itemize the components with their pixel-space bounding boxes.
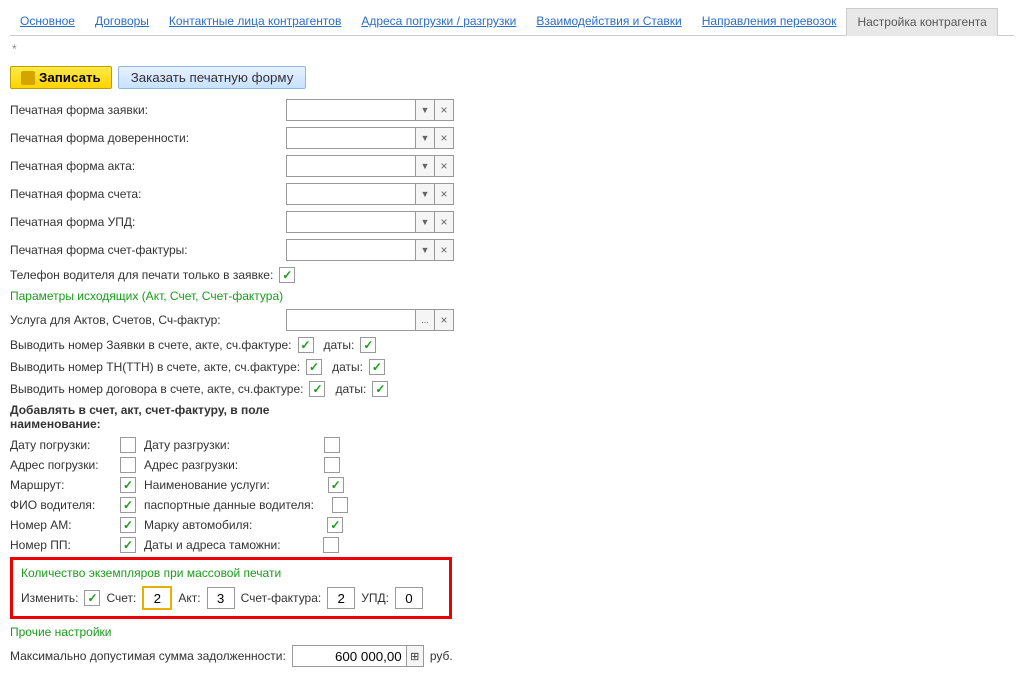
chk-date-unload[interactable] [324, 437, 340, 453]
save-button[interactable]: Записать [10, 66, 112, 89]
chk-service-name[interactable] [328, 477, 344, 493]
clear-icon[interactable]: × [434, 212, 453, 232]
chk-addr-load[interactable] [120, 457, 136, 473]
fld-akt[interactable] [207, 587, 235, 609]
combo-form-request[interactable]: ▼× [286, 99, 454, 121]
add-header: Добавлять в счет, акт, счет-фактуру, в п… [10, 403, 310, 431]
clear-icon[interactable]: × [434, 310, 453, 330]
chevron-down-icon[interactable]: ▼ [415, 128, 434, 148]
lbl-schet: Счет: [106, 591, 136, 605]
tab-addresses[interactable]: Адреса погрузки / разгрузки [351, 8, 526, 35]
chk-date-load[interactable] [120, 437, 136, 453]
chk-pp[interactable] [120, 537, 136, 553]
lbl-change: Изменить: [21, 591, 78, 605]
section-outgoing: Параметры исходящих (Акт, Счет, Счет-фак… [10, 289, 1014, 303]
lbl-car-brand: Марку автомобиля: [144, 518, 252, 532]
chk-out-request[interactable] [298, 337, 314, 353]
lbl-form-poa: Печатная форма доверенности: [10, 131, 280, 145]
lbl-rub: руб. [430, 649, 453, 663]
toolbar: Записать Заказать печатную форму [10, 66, 1014, 89]
combo-service[interactable]: ...× [286, 309, 454, 331]
chk-out-request-dates[interactable] [360, 337, 376, 353]
save-icon [21, 71, 35, 85]
chk-driver-fio[interactable] [120, 497, 136, 513]
chk-car-brand[interactable] [327, 517, 343, 533]
lbl-form-request: Печатная форма заявки: [10, 103, 280, 117]
fld-upd[interactable] [395, 587, 423, 609]
tab-directions[interactable]: Направления перевозок [692, 8, 847, 35]
modified-star: * [12, 42, 1014, 56]
chk-out-tn-dates[interactable] [369, 359, 385, 375]
clear-icon[interactable]: × [434, 156, 453, 176]
lbl-out-contract: Выводить номер договора в счете, акте, с… [10, 382, 303, 396]
lbl-out-request: Выводить номер Заявки в счете, акте, сч.… [10, 338, 292, 352]
clear-icon[interactable]: × [434, 240, 453, 260]
lbl-dates: даты: [332, 360, 363, 374]
lbl-service: Услуга для Актов, Счетов, Сч-фактур: [10, 313, 280, 327]
chevron-down-icon[interactable]: ▼ [415, 156, 434, 176]
lbl-form-sf: Печатная форма счет-фактуры: [10, 243, 280, 257]
lbl-service-name: Наименование услуги: [144, 478, 270, 492]
clear-icon[interactable]: × [434, 184, 453, 204]
chk-route[interactable] [120, 477, 136, 493]
chk-customs[interactable] [323, 537, 339, 553]
lbl-date-unload: Дату разгрузки: [144, 438, 230, 452]
lbl-dates: даты: [324, 338, 355, 352]
lbl-addr-unload: Адрес разгрузки: [144, 458, 238, 472]
lbl-driver-phone: Телефон водителя для печати только в зая… [10, 268, 273, 282]
clear-icon[interactable]: × [434, 100, 453, 120]
chk-am[interactable] [120, 517, 136, 533]
chevron-down-icon[interactable]: ▼ [415, 240, 434, 260]
chk-out-contract[interactable] [309, 381, 325, 397]
chk-out-tn[interactable] [306, 359, 322, 375]
combo-form-act[interactable]: ▼× [286, 155, 454, 177]
combo-form-upd[interactable]: ▼× [286, 211, 454, 233]
chk-change[interactable] [84, 590, 100, 606]
lbl-out-tn: Выводить номер ТН(ТТН) в счете, акте, сч… [10, 360, 300, 374]
tab-contacts[interactable]: Контактные лица контрагентов [159, 8, 351, 35]
tab-main[interactable]: Основное [10, 8, 85, 35]
lbl-sf: Счет-фактура: [241, 591, 322, 605]
lbl-upd: УПД: [361, 591, 389, 605]
section-copies: Количество экземпляров при массовой печа… [21, 566, 441, 580]
fld-debt[interactable]: ⊞ [292, 645, 424, 667]
lbl-addr-load: Адрес погрузки: [10, 458, 99, 472]
chevron-down-icon[interactable]: ▼ [415, 212, 434, 232]
chk-addr-unload[interactable] [324, 457, 340, 473]
clear-icon[interactable]: × [434, 128, 453, 148]
section-other: Прочие настройки [10, 625, 1014, 639]
lbl-pp: Номер ПП: [10, 538, 71, 552]
chk-driver-phone[interactable] [279, 267, 295, 283]
chk-passport[interactable] [332, 497, 348, 513]
chk-out-contract-dates[interactable] [372, 381, 388, 397]
combo-form-poa[interactable]: ▼× [286, 127, 454, 149]
chevron-down-icon[interactable]: ▼ [415, 100, 434, 120]
tab-contracts[interactable]: Договоры [85, 8, 159, 35]
calculator-icon[interactable]: ⊞ [406, 646, 423, 666]
lbl-form-invoice: Печатная форма счета: [10, 187, 280, 201]
lbl-dates: даты: [335, 382, 366, 396]
lbl-akt: Акт: [178, 591, 200, 605]
combo-form-invoice[interactable]: ▼× [286, 183, 454, 205]
tabs: Основное Договоры Контактные лица контра… [10, 8, 1014, 36]
lbl-driver-fio: ФИО водителя: [10, 498, 95, 512]
lbl-form-upd: Печатная форма УПД: [10, 215, 280, 229]
ellipsis-icon[interactable]: ... [415, 310, 434, 330]
order-print-button[interactable]: Заказать печатную форму [118, 66, 307, 89]
lbl-form-act: Печатная форма акта: [10, 159, 280, 173]
lbl-date-load: Дату погрузки: [10, 438, 90, 452]
lbl-route: Маршрут: [10, 478, 64, 492]
tab-settings[interactable]: Настройка контрагента [846, 8, 997, 36]
fld-schet[interactable] [142, 586, 172, 610]
lbl-customs: Даты и адреса таможни: [144, 538, 281, 552]
fld-sf[interactable] [327, 587, 355, 609]
combo-form-sf[interactable]: ▼× [286, 239, 454, 261]
lbl-passport: паспортные данные водителя: [144, 498, 314, 512]
lbl-am: Номер АМ: [10, 518, 72, 532]
chevron-down-icon[interactable]: ▼ [415, 184, 434, 204]
tab-rates[interactable]: Взаимодействия и Ставки [526, 8, 691, 35]
copies-highlight: Количество экземпляров при массовой печа… [10, 557, 452, 619]
lbl-debt: Максимально допустимая сумма задолженнос… [10, 649, 286, 663]
